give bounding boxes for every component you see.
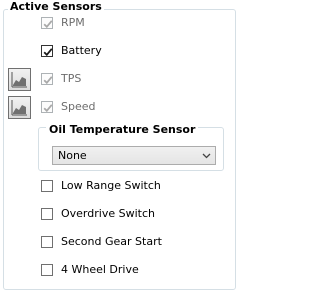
speed-chart-button[interactable]: [8, 96, 31, 119]
chevron-down-icon: [202, 153, 211, 159]
second-gear-start-row[interactable]: Second Gear Start: [41, 233, 162, 251]
battery-label: Battery: [61, 44, 102, 57]
speed-label: Speed: [61, 100, 96, 113]
oil-temp-select[interactable]: None: [52, 146, 216, 165]
four-wheel-drive-row[interactable]: 4 Wheel Drive: [41, 261, 139, 279]
overdrive-switch-label: Overdrive Switch: [61, 207, 155, 220]
low-range-switch-label: Low Range Switch: [61, 179, 161, 192]
four-wheel-drive-label: 4 Wheel Drive: [61, 263, 139, 276]
tps-chart-button[interactable]: [8, 68, 31, 91]
overdrive-switch-checkbox[interactable]: [41, 208, 53, 220]
oil-temp-selected-value: None: [58, 149, 87, 162]
oil-temp-title: Oil Temperature Sensor: [46, 123, 199, 136]
rpm-label: RPM: [61, 16, 85, 29]
low-range-switch-row[interactable]: Low Range Switch: [41, 177, 161, 195]
rpm-checkbox[interactable]: [41, 17, 53, 29]
tps-checkbox-row[interactable]: TPS: [41, 70, 81, 88]
tps-label: TPS: [61, 72, 82, 85]
low-range-switch-checkbox[interactable]: [41, 180, 53, 192]
active-sensors-title: Active Sensors: [8, 0, 104, 13]
rpm-checkbox-row[interactable]: RPM: [41, 14, 85, 32]
speed-checkbox[interactable]: [41, 101, 53, 113]
battery-checkbox-row[interactable]: Battery: [41, 42, 102, 60]
four-wheel-drive-checkbox[interactable]: [41, 264, 53, 276]
tps-checkbox[interactable]: [41, 73, 53, 85]
speed-checkbox-row[interactable]: Speed: [41, 98, 95, 116]
second-gear-start-label: Second Gear Start: [61, 235, 162, 248]
overdrive-switch-row[interactable]: Overdrive Switch: [41, 205, 155, 223]
chart-icon: [11, 100, 27, 116]
chart-icon: [11, 72, 27, 88]
second-gear-start-checkbox[interactable]: [41, 236, 53, 248]
battery-checkbox[interactable]: [41, 45, 53, 57]
